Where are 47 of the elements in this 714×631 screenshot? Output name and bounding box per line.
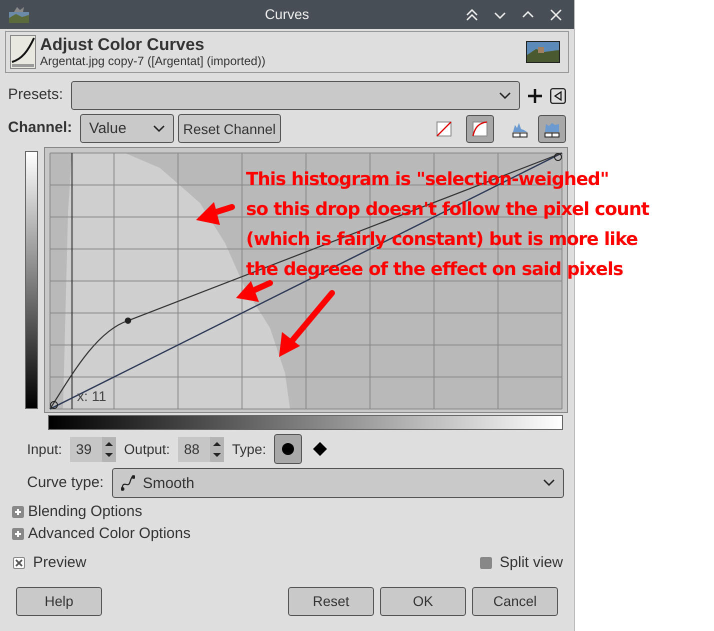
annotation-arrow: [279, 290, 335, 357]
curve-icon: [472, 120, 488, 136]
split-view-checkbox[interactable]: Split view: [480, 552, 563, 574]
circle-icon: [280, 441, 296, 457]
input-spinner[interactable]: 39: [70, 436, 116, 462]
dialog-button[interactable]: Reset: [288, 586, 374, 616]
smooth-curve-icon: [120, 475, 135, 491]
log-histogram-button[interactable]: [538, 114, 566, 142]
curve-icon: [10, 35, 36, 69]
window-title: Curves: [264, 5, 310, 24]
diamond-icon: [312, 441, 328, 457]
dialog-button[interactable]: Cancel: [472, 586, 558, 616]
curve-type-label: Curve type:: [27, 472, 104, 493]
presets-dropdown[interactable]: [71, 81, 520, 110]
chevron-down-icon: [499, 92, 511, 100]
dialog-subtitle: Argentat.jpg copy-7 ([Argentat] (imported)): [40, 54, 266, 68]
preview-checkbox[interactable]: Preview: [13, 552, 86, 574]
curve-type-dropdown[interactable]: Smooth: [112, 468, 564, 498]
annotation-arrow: [236, 280, 273, 302]
spin-arrows-icon: [210, 436, 224, 462]
output-label: Output:: [124, 440, 170, 459]
image-thumbnail: [526, 41, 560, 63]
channel-dropdown[interactable]: Value: [80, 114, 174, 143]
curved-view-button[interactable]: [466, 114, 494, 142]
chevron-down-icon: [153, 124, 166, 132]
dialog-button[interactable]: Help: [16, 586, 102, 616]
app-icon: [8, 6, 30, 24]
smooth-point-button[interactable]: [274, 434, 302, 464]
chevron-down-icon: [543, 479, 555, 487]
spin-arrows-icon: [102, 436, 116, 462]
channel-label: Channel:: [8, 118, 72, 138]
cursor-position-label: x: 11: [77, 388, 106, 404]
type-label: Type:: [232, 440, 266, 459]
dialog-title: Adjust Color Curves: [40, 36, 206, 55]
curve-endpoint[interactable]: [554, 153, 562, 161]
straight-line-icon: [436, 120, 452, 136]
reset-channel-button[interactable]: Reset Channel: [178, 114, 281, 143]
expander[interactable]: Blending Options: [12, 502, 574, 522]
curve-point[interactable]: [124, 317, 132, 324]
annotation-arrow: [196, 202, 235, 225]
dialog-button[interactable]: OK: [380, 586, 466, 616]
curve-endpoint[interactable]: [50, 401, 58, 409]
presets-label: Presets:: [8, 85, 64, 106]
plus-icon[interactable]: [528, 88, 542, 102]
output-spinner[interactable]: 88: [178, 436, 224, 462]
expander[interactable]: Advanced Color Options: [12, 524, 574, 544]
input-label: Input:: [27, 440, 62, 459]
